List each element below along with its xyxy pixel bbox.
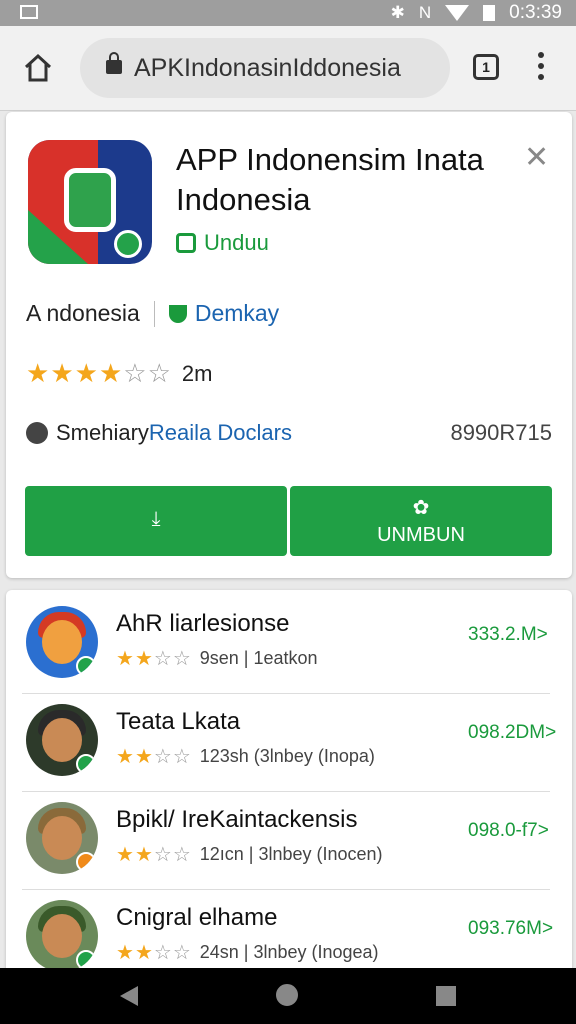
install-icon: ⤓ — [151, 507, 161, 530]
item-name: Teata Lkata — [116, 708, 241, 735]
status-bar: ✱ N 0:3:39 — [0, 0, 576, 26]
install-button[interactable]: ⤓ — [25, 486, 287, 556]
home-icon[interactable] — [22, 52, 54, 84]
developer-link[interactable]: Demkay — [168, 300, 280, 327]
avatar — [26, 802, 98, 874]
item-name: Bpikl/ IreKaintackensis — [116, 806, 358, 833]
item-size[interactable]: 093.76M> — [468, 918, 553, 940]
item-meta: 12ıcn | 3lnbey (Inocen) — [199, 844, 383, 864]
rating-stars: ★★☆☆ — [116, 942, 192, 964]
item-meta: 9sen | 1eatkon — [199, 648, 318, 668]
list-item[interactable]: AhR liarlesionse ★★☆☆ 9sen | 1eatkon 333… — [6, 596, 572, 694]
browser-toolbar: APKIndonasinIddonesia 1 — [0, 26, 576, 111]
item-meta: 24sn | 3lnbey (Inogea) — [199, 942, 379, 962]
download-circle-icon — [26, 422, 48, 444]
battery-icon — [483, 5, 496, 21]
item-size[interactable]: 098.0-f7> — [468, 820, 549, 842]
rating-stars: ★★☆☆ — [116, 844, 192, 866]
app-title: APP Indonensim Inata Indonesia — [176, 142, 484, 217]
country-label: A ndonesia — [26, 300, 140, 326]
item-rating: ★★☆☆ 123sh (3lnbey (Inopa) — [116, 744, 375, 769]
system-nav-bar — [0, 968, 576, 1024]
related-apps-list: AhR liarlesionse ★★☆☆ 9sen | 1eatkon 333… — [6, 590, 572, 980]
avatar — [26, 900, 98, 972]
download-button-label: UNMBUN — [377, 524, 465, 546]
item-name: Cnigral elhame — [116, 904, 278, 931]
avatar — [26, 704, 98, 776]
url-bar[interactable]: APKIndonasinIddonesia — [80, 38, 450, 98]
status-time: 0:3:39 — [509, 2, 562, 23]
notification-icon — [20, 5, 38, 19]
rating-stars: ★★★★☆☆ — [26, 358, 172, 388]
rating-stars: ★★☆☆ — [116, 648, 192, 670]
item-rating: ★★☆☆ 9sen | 1eatkon — [116, 646, 318, 671]
leaf-icon: ✿ — [412, 497, 430, 519]
rating-count: 2m — [181, 360, 213, 386]
url-text: APKIndonasinIddonesia — [134, 54, 401, 82]
item-size[interactable]: 333.2.M> — [468, 624, 548, 646]
rating-stars: ★★☆☆ — [116, 746, 192, 768]
avatar — [26, 606, 98, 678]
bluetooth-icon: ✱ — [390, 3, 405, 22]
home-circle-icon[interactable] — [276, 984, 298, 1006]
nfc-icon: N — [418, 3, 432, 22]
close-icon[interactable]: ✕ — [524, 140, 549, 175]
download-box-icon — [176, 233, 196, 253]
download-label: Unduu — [204, 230, 269, 255]
app-rating: ★★★★☆☆ 2m — [26, 358, 212, 389]
app-icon — [28, 140, 152, 264]
size-prefix: Smehiary — [56, 420, 149, 445]
recents-icon[interactable] — [436, 986, 456, 1006]
item-size[interactable]: 098.2DM> — [468, 722, 556, 744]
back-icon[interactable] — [120, 986, 138, 1006]
app-meta-row: A ndonesia Demkay — [26, 300, 279, 327]
size-link[interactable]: Reaila Doclars — [149, 420, 292, 446]
lock-icon — [106, 52, 122, 74]
list-item[interactable]: Bpikl/ IreKaintackensis ★★☆☆ 12ıcn | 3ln… — [6, 792, 572, 890]
list-item[interactable]: Teata Lkata ★★☆☆ 123sh (3lnbey (Inopa) 0… — [6, 694, 572, 792]
developer-name: Demkay — [194, 300, 280, 326]
item-name: AhR liarlesionse — [116, 610, 290, 637]
app-detail-card: APP Indonensim Inata Indonesia ✕ Unduu A… — [6, 112, 572, 578]
overflow-menu-icon[interactable] — [536, 52, 546, 84]
size-row: Smehiary Reaila Doclars 8990R715 — [26, 420, 552, 446]
download-button[interactable]: ✿ UNMBUN — [290, 486, 552, 556]
wifi-icon — [445, 5, 470, 21]
item-meta: 123sh (3lnbey (Inopa) — [199, 746, 375, 766]
download-link[interactable]: Unduu — [176, 230, 269, 256]
tab-switcher-button[interactable]: 1 — [473, 54, 499, 80]
size-value: 8990R715 — [450, 420, 552, 445]
shield-icon — [168, 304, 187, 323]
item-rating: ★★☆☆ 24sn | 3lnbey (Inogea) — [116, 940, 379, 965]
item-rating: ★★☆☆ 12ıcn | 3lnbey (Inocen) — [116, 842, 383, 867]
